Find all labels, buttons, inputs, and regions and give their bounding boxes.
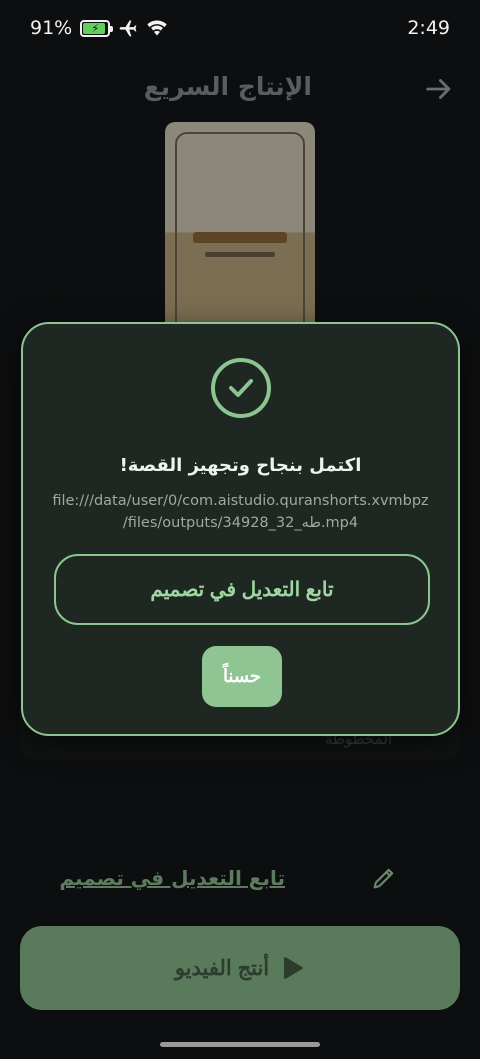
check-circle-icon bbox=[211, 358, 271, 418]
pencil-icon[interactable] bbox=[370, 864, 398, 892]
produce-video-button[interactable]: أنتج الفيديو bbox=[20, 926, 460, 1010]
continue-edit-link[interactable]: تابع التعديل في تصميم bbox=[59, 866, 285, 890]
continue-edit-row: تابع التعديل في تصميم bbox=[0, 858, 480, 902]
play-icon bbox=[284, 957, 304, 979]
manuscript-cover-image bbox=[165, 122, 315, 352]
home-indicator[interactable] bbox=[160, 1042, 320, 1047]
arrow-right-icon[interactable] bbox=[422, 72, 456, 106]
output-file-path-line2: /files/outputs/34928_32_طه.mp4 bbox=[122, 515, 359, 531]
continue-edit-button[interactable]: تابع التعديل في تصميم bbox=[54, 554, 430, 625]
ok-button-label: حسناً bbox=[222, 666, 262, 686]
success-dialog: اكتمل بنجاح وتجهيز القصة! file:///data/u… bbox=[21, 322, 460, 736]
output-file-path: file:///data/user/0/com.aistudio.quransh… bbox=[47, 490, 434, 534]
ok-button[interactable]: حسناً bbox=[202, 646, 282, 707]
page-title: الإنتاج السريع bbox=[143, 72, 312, 101]
produce-video-label: أنتج الفيديو bbox=[174, 956, 270, 980]
output-file-path-line1: file:///data/user/0/com.aistudio.quransh… bbox=[52, 493, 429, 509]
dialog-title: اكتمل بنجاح وتجهيز القصة! bbox=[119, 455, 362, 476]
continue-edit-button-label: تابع التعديل في تصميم bbox=[150, 579, 334, 601]
header: الإنتاج السريع bbox=[0, 64, 480, 112]
